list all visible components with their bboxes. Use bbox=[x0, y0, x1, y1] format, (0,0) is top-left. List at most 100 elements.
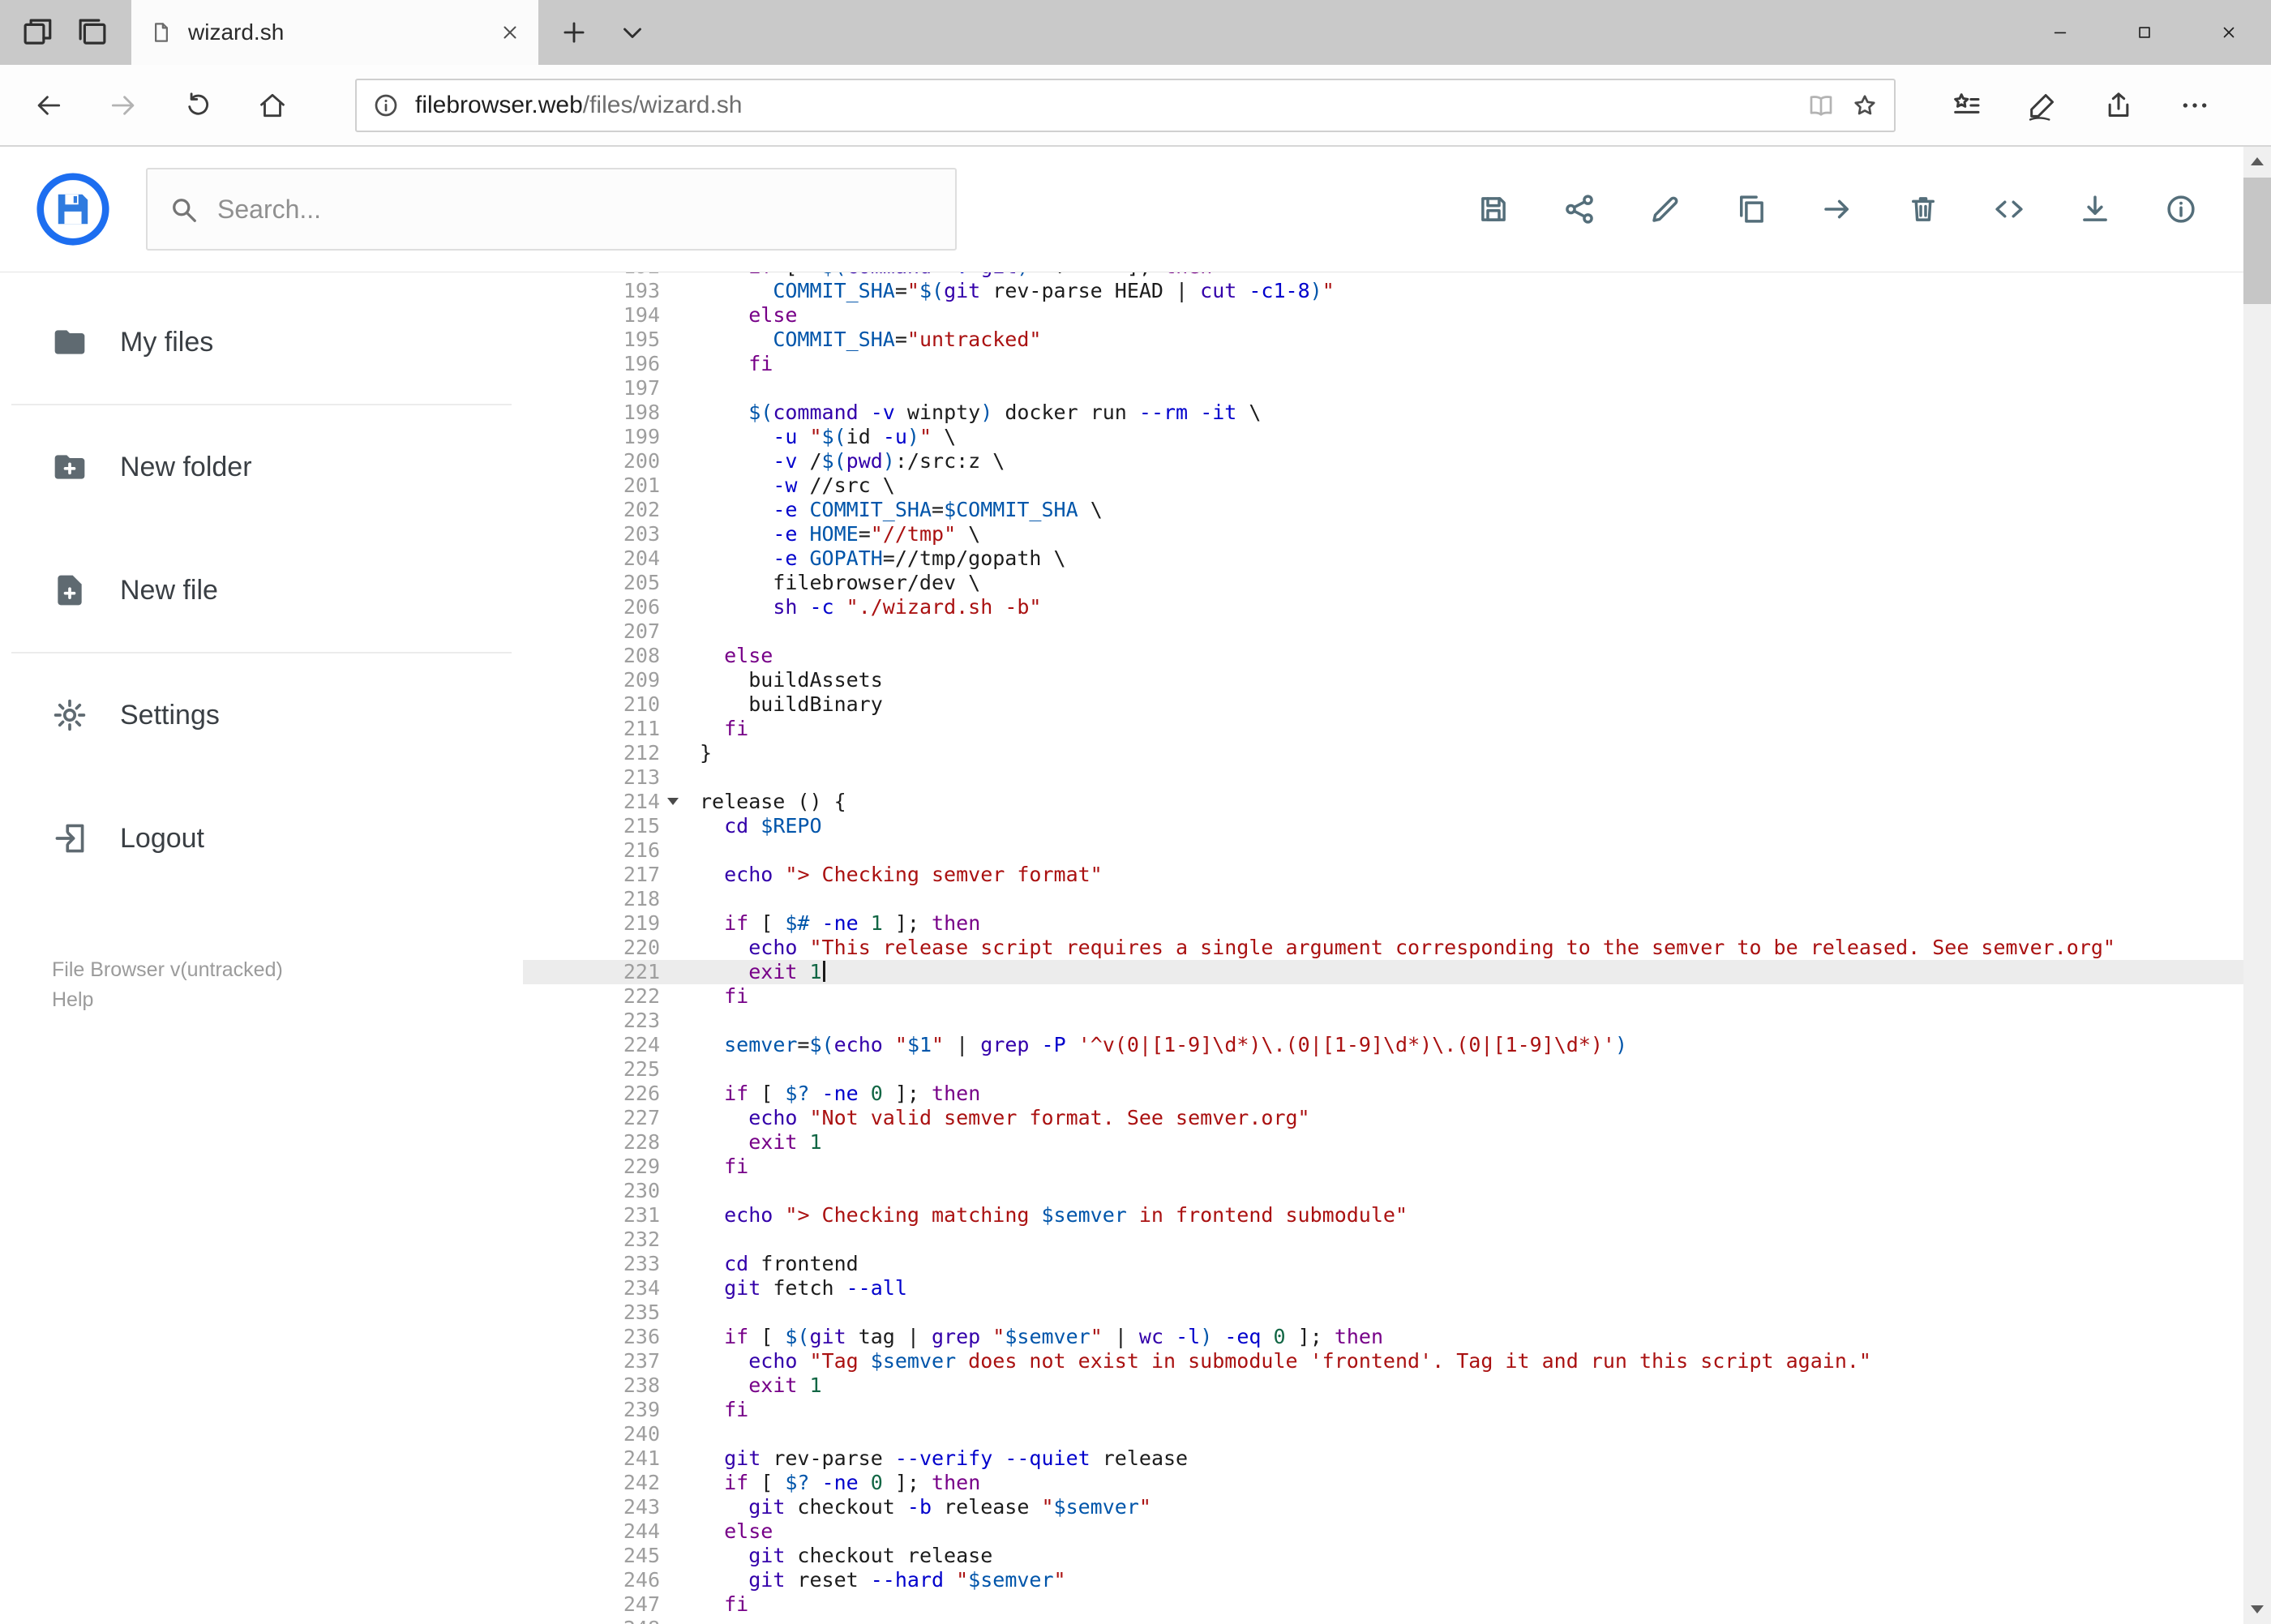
minimize-button[interactable] bbox=[2018, 0, 2102, 65]
code-line-236[interactable]: 236 if [ $(git tag | grep "$semver" | wc… bbox=[523, 1325, 2243, 1349]
reading-view-button[interactable] bbox=[1806, 91, 1836, 120]
code-line-207[interactable]: 207 bbox=[523, 619, 2243, 644]
code-line-223[interactable]: 223 bbox=[523, 1009, 2243, 1033]
code-line-235[interactable]: 235 bbox=[523, 1300, 2243, 1325]
code-line-209[interactable]: 209 buildAssets bbox=[523, 668, 2243, 692]
code-line-225[interactable]: 225 bbox=[523, 1057, 2243, 1082]
code-line-231[interactable]: 231 echo "> Checking matching $semver in… bbox=[523, 1203, 2243, 1228]
code-line-198[interactable]: 198 $(command -v winpty) docker run --rm… bbox=[523, 401, 2243, 425]
code-line-218[interactable]: 218 bbox=[523, 887, 2243, 911]
scrollbar[interactable] bbox=[2243, 147, 2271, 1624]
browser-tab[interactable]: wizard.sh bbox=[131, 0, 538, 65]
favorites-hub-button[interactable] bbox=[1950, 89, 1982, 122]
code-line-203[interactable]: 203 -e HOME="//tmp" \ bbox=[523, 522, 2243, 546]
code-line-206[interactable]: 206 sh -c "./wizard.sh -b" bbox=[523, 595, 2243, 619]
copy-button[interactable] bbox=[1734, 192, 1768, 226]
download-button[interactable] bbox=[2078, 192, 2112, 226]
sidebar-item-new-file[interactable]: New file bbox=[0, 529, 523, 652]
move-button[interactable] bbox=[1820, 192, 1854, 226]
sidebar-item-new-folder[interactable]: New folder bbox=[0, 405, 523, 529]
code-line-210[interactable]: 210 buildBinary bbox=[523, 692, 2243, 717]
code-line-229[interactable]: 229 fi bbox=[523, 1155, 2243, 1179]
code-line-240[interactable]: 240 bbox=[523, 1422, 2243, 1446]
code-line-234[interactable]: 234 git fetch --all bbox=[523, 1276, 2243, 1300]
scroll-thumb[interactable] bbox=[2243, 178, 2271, 304]
code-line-199[interactable]: 199 -u "$(id -u)" \ bbox=[523, 425, 2243, 449]
code-line-220[interactable]: 220 echo "This release script requires a… bbox=[523, 936, 2243, 960]
save-button[interactable] bbox=[1476, 192, 1510, 226]
close-window-button[interactable] bbox=[2187, 0, 2271, 65]
delete-button[interactable] bbox=[1906, 192, 1940, 226]
editor-mode-button[interactable] bbox=[1992, 192, 2026, 226]
code-line-216[interactable]: 216 bbox=[523, 838, 2243, 863]
scroll-up-button[interactable] bbox=[2243, 147, 2271, 176]
tab-preview-toggle[interactable] bbox=[617, 17, 648, 48]
rename-button[interactable] bbox=[1648, 192, 1682, 226]
code-line-248[interactable]: 248 bbox=[523, 1617, 2243, 1624]
code-line-227[interactable]: 227 echo "Not valid semver format. See s… bbox=[523, 1106, 2243, 1130]
code-line-222[interactable]: 222 fi bbox=[523, 984, 2243, 1009]
code-line-243[interactable]: 243 git checkout -b release "$semver" bbox=[523, 1495, 2243, 1519]
code-line-194[interactable]: 194 else bbox=[523, 303, 2243, 328]
code-line-208[interactable]: 208 else bbox=[523, 644, 2243, 668]
code-line-215[interactable]: 215 cd $REPO bbox=[523, 814, 2243, 838]
sidebar-item-my-files[interactable]: My files bbox=[0, 281, 523, 404]
code-line-201[interactable]: 201 -w //src \ bbox=[523, 473, 2243, 498]
code-line-233[interactable]: 233 cd frontend bbox=[523, 1252, 2243, 1276]
new-tab-button[interactable] bbox=[559, 17, 589, 48]
code-line-245[interactable]: 245 git checkout release bbox=[523, 1544, 2243, 1568]
code-line-244[interactable]: 244 else bbox=[523, 1519, 2243, 1544]
add-favorite-button[interactable] bbox=[1850, 91, 1879, 120]
address-bar[interactable]: filebrowser.web/files/wizard.sh bbox=[355, 78, 1896, 132]
code-line-214[interactable]: 214 release () { bbox=[523, 790, 2243, 814]
search-box[interactable] bbox=[146, 168, 957, 251]
tabs-set-aside-button[interactable] bbox=[75, 15, 109, 49]
code-line-226[interactable]: 226 if [ $? -ne 0 ]; then bbox=[523, 1082, 2243, 1106]
set-tabs-aside-button[interactable] bbox=[20, 15, 54, 49]
code-line-242[interactable]: 242 if [ $? -ne 0 ]; then bbox=[523, 1471, 2243, 1495]
code-line-197[interactable]: 197 bbox=[523, 376, 2243, 401]
share-page-button[interactable] bbox=[2102, 89, 2135, 122]
code-line-212[interactable]: 212} bbox=[523, 741, 2243, 765]
forward-button[interactable] bbox=[86, 75, 161, 135]
code-line-200[interactable]: 200 -v /$(pwd):/src:z \ bbox=[523, 449, 2243, 473]
code-line-247[interactable]: 247 fi bbox=[523, 1592, 2243, 1617]
code-line-241[interactable]: 241 git rev-parse --verify --quiet relea… bbox=[523, 1446, 2243, 1471]
code-line-246[interactable]: 246 git reset --hard "$semver" bbox=[523, 1568, 2243, 1592]
code-line-195[interactable]: 195 COMMIT_SHA="untracked" bbox=[523, 328, 2243, 352]
site-info-icon[interactable] bbox=[371, 91, 401, 120]
code-editor[interactable]: 192 if [ "$(command -v git)" != "" ]; th… bbox=[523, 272, 2243, 1624]
code-line-202[interactable]: 202 -e COMMIT_SHA=$COMMIT_SHA \ bbox=[523, 498, 2243, 522]
code-line-204[interactable]: 204 -e GOPATH=//tmp/gopath \ bbox=[523, 546, 2243, 571]
fold-marker-icon[interactable] bbox=[667, 798, 679, 805]
code-line-196[interactable]: 196 fi bbox=[523, 352, 2243, 376]
code-line-205[interactable]: 205 filebrowser/dev \ bbox=[523, 571, 2243, 595]
code-line-230[interactable]: 230 bbox=[523, 1179, 2243, 1203]
refresh-button[interactable] bbox=[161, 75, 235, 135]
code-line-213[interactable]: 213 bbox=[523, 765, 2243, 790]
sidebar-item-logout[interactable]: Logout bbox=[0, 777, 523, 900]
code-line-239[interactable]: 239 fi bbox=[523, 1398, 2243, 1422]
annotate-button[interactable] bbox=[2026, 89, 2059, 122]
tab-close-button[interactable] bbox=[499, 22, 521, 43]
code-line-224[interactable]: 224 semver=$(echo "$1" | grep -P '^v(0|[… bbox=[523, 1033, 2243, 1057]
code-line-219[interactable]: 219 if [ $# -ne 1 ]; then bbox=[523, 911, 2243, 936]
scroll-down-button[interactable] bbox=[2243, 1595, 2271, 1624]
code-line-217[interactable]: 217 echo "> Checking semver format" bbox=[523, 863, 2243, 887]
code-line-228[interactable]: 228 exit 1 bbox=[523, 1130, 2243, 1155]
info-button[interactable] bbox=[2164, 192, 2198, 226]
more-options-button[interactable] bbox=[2179, 89, 2211, 122]
help-link[interactable]: Help bbox=[52, 985, 523, 1015]
code-line-193[interactable]: 193 COMMIT_SHA="$(git rev-parse HEAD | c… bbox=[523, 279, 2243, 303]
maximize-button[interactable] bbox=[2102, 0, 2187, 65]
back-button[interactable] bbox=[11, 75, 86, 135]
code-line-238[interactable]: 238 exit 1 bbox=[523, 1373, 2243, 1398]
code-line-192[interactable]: 192 if [ "$(command -v git)" != "" ]; th… bbox=[523, 272, 2243, 279]
home-button[interactable] bbox=[235, 75, 310, 135]
code-line-221[interactable]: 221 exit 1 bbox=[523, 960, 2243, 984]
share-button[interactable] bbox=[1562, 192, 1596, 226]
code-line-237[interactable]: 237 echo "Tag $semver does not exist in … bbox=[523, 1349, 2243, 1373]
sidebar-item-settings[interactable]: Settings bbox=[0, 653, 523, 777]
code-line-232[interactable]: 232 bbox=[523, 1228, 2243, 1252]
search-input[interactable] bbox=[216, 193, 934, 225]
